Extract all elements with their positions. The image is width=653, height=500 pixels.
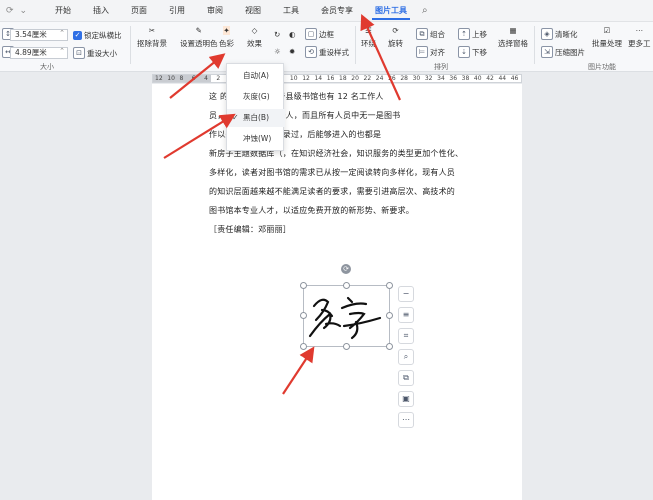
arrow-to-picture-tools-tab: [360, 13, 402, 101]
arrow-to-color-button: [169, 53, 226, 99]
arrow-to-black-white: [163, 113, 236, 159]
arrow-to-signature-image: [282, 346, 315, 395]
annotation-arrows: [163, 13, 402, 395]
